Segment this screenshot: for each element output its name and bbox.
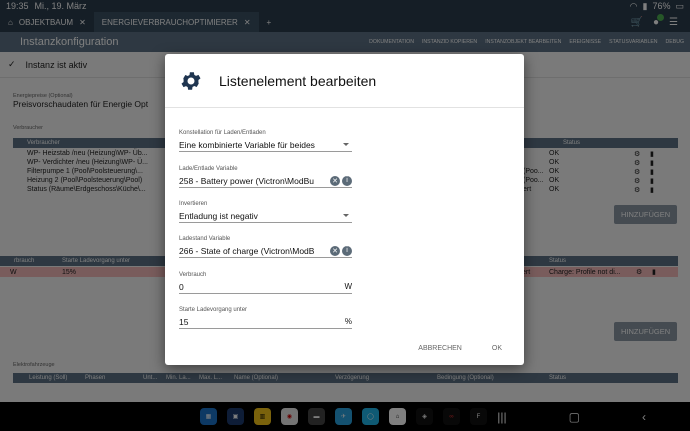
consumption-value: 0: [179, 281, 184, 292]
start-below-label: Starte Ladevorgang unter: [179, 307, 248, 313]
soc-variable-field[interactable]: Ladestand Variable 266 - State of charge…: [179, 236, 352, 258]
soc-variable-value: 266 - State of charge (Victron\ModB: [179, 245, 315, 256]
charge-variable-field[interactable]: Lade/Entlade Variable 258 - Battery powe…: [179, 166, 352, 188]
clear-icon[interactable]: ✕: [330, 245, 340, 256]
gear-icon: [181, 71, 201, 90]
consumption-field[interactable]: Verbrauch 0 W: [179, 272, 352, 294]
invert-value: Entladung ist negativ: [179, 210, 258, 221]
consumption-value-row[interactable]: 0 W: [179, 280, 352, 294]
invert-value-row[interactable]: Entladung ist negativ: [179, 209, 352, 223]
dialog-footer: ABBRECHEN OK: [165, 332, 524, 365]
soc-variable-label: Ladestand Variable: [179, 236, 231, 242]
start-below-field[interactable]: Starte Ladevorgang unter 15 %: [179, 307, 352, 329]
info-icon[interactable]: i: [342, 175, 352, 186]
constellation-value-row[interactable]: Eine kombinierte Variable für beides: [179, 138, 352, 152]
chevron-down-icon: [343, 214, 349, 217]
start-below-unit: %: [344, 317, 352, 326]
invert-label: Invertieren: [179, 201, 208, 207]
consumption-unit: W: [344, 282, 352, 291]
constellation-label: Konstellation für Laden/Entladen: [179, 130, 266, 136]
constellation-value: Eine kombinierte Variable für beides: [179, 139, 315, 150]
charge-variable-label: Lade/Entlade Variable: [179, 166, 238, 172]
clear-icon[interactable]: ✕: [330, 175, 340, 186]
chevron-down-icon: [343, 143, 349, 146]
screen: 19:35 Mi., 19. März ◠ ▮ 76% ▭ ⌂ OBJEKTBA…: [0, 0, 690, 431]
invert-select[interactable]: Invertieren Entladung ist negativ: [179, 201, 352, 223]
ok-button[interactable]: OK: [492, 345, 502, 352]
dialog-title: Listenelement bearbeiten: [219, 72, 377, 89]
consumption-label: Verbrauch: [179, 272, 207, 278]
edit-list-item-dialog: Listenelement bearbeiten Konstellation f…: [165, 54, 524, 365]
info-icon[interactable]: i: [342, 245, 352, 256]
charge-variable-value-row[interactable]: 258 - Battery power (Victron\ModBu ✕ i: [179, 174, 352, 188]
start-below-value: 15: [179, 316, 189, 327]
soc-variable-value-row[interactable]: 266 - State of charge (Victron\ModB ✕ i: [179, 244, 352, 258]
charge-variable-value: 258 - Battery power (Victron\ModBu: [179, 175, 314, 186]
constellation-select[interactable]: Konstellation für Laden/Entladen Eine ko…: [179, 130, 352, 152]
start-below-value-row[interactable]: 15 %: [179, 315, 352, 329]
cancel-button[interactable]: ABBRECHEN: [418, 345, 462, 352]
dialog-header: Listenelement bearbeiten: [165, 54, 524, 108]
